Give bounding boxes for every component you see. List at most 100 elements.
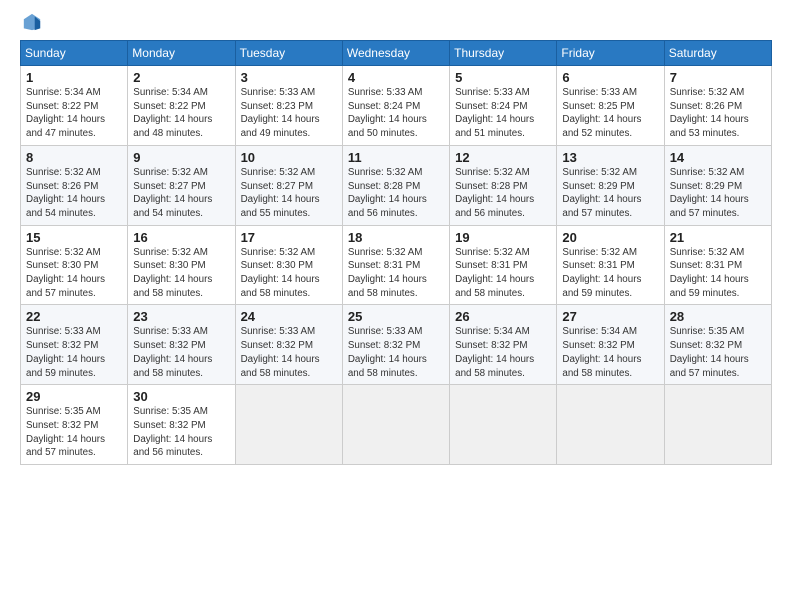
day-info: Sunrise: 5:33 AMSunset: 8:24 PMDaylight:… (455, 86, 551, 141)
day-number: 20 (562, 230, 658, 245)
calendar-cell: 28Sunrise: 5:35 AMSunset: 8:32 PMDayligh… (664, 305, 771, 385)
calendar-cell: 5Sunrise: 5:33 AMSunset: 8:24 PMDaylight… (450, 66, 557, 146)
calendar-cell: 24Sunrise: 5:33 AMSunset: 8:32 PMDayligh… (235, 305, 342, 385)
calendar-cell: 3Sunrise: 5:33 AMSunset: 8:23 PMDaylight… (235, 66, 342, 146)
calendar-header-monday: Monday (128, 41, 235, 66)
day-number: 4 (348, 70, 444, 85)
day-number: 3 (241, 70, 337, 85)
calendar-cell: 13Sunrise: 5:32 AMSunset: 8:29 PMDayligh… (557, 145, 664, 225)
calendar-cell: 22Sunrise: 5:33 AMSunset: 8:32 PMDayligh… (21, 305, 128, 385)
day-info: Sunrise: 5:32 AMSunset: 8:30 PMDaylight:… (133, 246, 229, 301)
day-number: 10 (241, 150, 337, 165)
day-info: Sunrise: 5:33 AMSunset: 8:32 PMDaylight:… (26, 325, 122, 380)
day-number: 19 (455, 230, 551, 245)
day-number: 26 (455, 309, 551, 324)
calendar-cell: 20Sunrise: 5:32 AMSunset: 8:31 PMDayligh… (557, 225, 664, 305)
day-info: Sunrise: 5:34 AMSunset: 8:22 PMDaylight:… (26, 86, 122, 141)
day-info: Sunrise: 5:32 AMSunset: 8:31 PMDaylight:… (455, 246, 551, 301)
day-info: Sunrise: 5:32 AMSunset: 8:29 PMDaylight:… (670, 166, 766, 221)
calendar-cell (664, 385, 771, 465)
page-header (20, 16, 772, 32)
day-info: Sunrise: 5:32 AMSunset: 8:31 PMDaylight:… (562, 246, 658, 301)
day-info: Sunrise: 5:32 AMSunset: 8:27 PMDaylight:… (241, 166, 337, 221)
calendar-cell: 9Sunrise: 5:32 AMSunset: 8:27 PMDaylight… (128, 145, 235, 225)
day-info: Sunrise: 5:32 AMSunset: 8:30 PMDaylight:… (26, 246, 122, 301)
day-info: Sunrise: 5:33 AMSunset: 8:32 PMDaylight:… (133, 325, 229, 380)
day-number: 8 (26, 150, 122, 165)
calendar-cell: 29Sunrise: 5:35 AMSunset: 8:32 PMDayligh… (21, 385, 128, 465)
day-info: Sunrise: 5:32 AMSunset: 8:26 PMDaylight:… (670, 86, 766, 141)
calendar-cell: 6Sunrise: 5:33 AMSunset: 8:25 PMDaylight… (557, 66, 664, 146)
day-info: Sunrise: 5:33 AMSunset: 8:32 PMDaylight:… (241, 325, 337, 380)
logo-icon (22, 12, 42, 32)
calendar-cell: 14Sunrise: 5:32 AMSunset: 8:29 PMDayligh… (664, 145, 771, 225)
calendar-week-row: 8Sunrise: 5:32 AMSunset: 8:26 PMDaylight… (21, 145, 772, 225)
calendar-week-row: 1Sunrise: 5:34 AMSunset: 8:22 PMDaylight… (21, 66, 772, 146)
day-info: Sunrise: 5:32 AMSunset: 8:31 PMDaylight:… (348, 246, 444, 301)
day-number: 24 (241, 309, 337, 324)
day-number: 22 (26, 309, 122, 324)
calendar-week-row: 29Sunrise: 5:35 AMSunset: 8:32 PMDayligh… (21, 385, 772, 465)
day-info: Sunrise: 5:32 AMSunset: 8:27 PMDaylight:… (133, 166, 229, 221)
day-info: Sunrise: 5:33 AMSunset: 8:23 PMDaylight:… (241, 86, 337, 141)
calendar-cell (342, 385, 449, 465)
calendar-cell: 17Sunrise: 5:32 AMSunset: 8:30 PMDayligh… (235, 225, 342, 305)
day-info: Sunrise: 5:32 AMSunset: 8:28 PMDaylight:… (348, 166, 444, 221)
day-number: 28 (670, 309, 766, 324)
calendar-cell: 27Sunrise: 5:34 AMSunset: 8:32 PMDayligh… (557, 305, 664, 385)
day-number: 9 (133, 150, 229, 165)
day-number: 2 (133, 70, 229, 85)
day-number: 11 (348, 150, 444, 165)
calendar-cell: 7Sunrise: 5:32 AMSunset: 8:26 PMDaylight… (664, 66, 771, 146)
day-number: 5 (455, 70, 551, 85)
day-info: Sunrise: 5:33 AMSunset: 8:24 PMDaylight:… (348, 86, 444, 141)
calendar-header-wednesday: Wednesday (342, 41, 449, 66)
calendar-header-saturday: Saturday (664, 41, 771, 66)
day-info: Sunrise: 5:34 AMSunset: 8:22 PMDaylight:… (133, 86, 229, 141)
calendar-header-row: SundayMondayTuesdayWednesdayThursdayFrid… (21, 41, 772, 66)
day-number: 30 (133, 389, 229, 404)
day-number: 6 (562, 70, 658, 85)
calendar-cell (235, 385, 342, 465)
day-number: 21 (670, 230, 766, 245)
day-number: 13 (562, 150, 658, 165)
day-info: Sunrise: 5:35 AMSunset: 8:32 PMDaylight:… (670, 325, 766, 380)
day-info: Sunrise: 5:33 AMSunset: 8:25 PMDaylight:… (562, 86, 658, 141)
calendar-cell: 15Sunrise: 5:32 AMSunset: 8:30 PMDayligh… (21, 225, 128, 305)
day-number: 18 (348, 230, 444, 245)
calendar-cell: 11Sunrise: 5:32 AMSunset: 8:28 PMDayligh… (342, 145, 449, 225)
calendar-cell: 18Sunrise: 5:32 AMSunset: 8:31 PMDayligh… (342, 225, 449, 305)
day-info: Sunrise: 5:32 AMSunset: 8:26 PMDaylight:… (26, 166, 122, 221)
day-info: Sunrise: 5:34 AMSunset: 8:32 PMDaylight:… (562, 325, 658, 380)
day-number: 12 (455, 150, 551, 165)
calendar-cell (557, 385, 664, 465)
calendar-header-tuesday: Tuesday (235, 41, 342, 66)
calendar-cell: 21Sunrise: 5:32 AMSunset: 8:31 PMDayligh… (664, 225, 771, 305)
day-info: Sunrise: 5:35 AMSunset: 8:32 PMDaylight:… (26, 405, 122, 460)
day-number: 14 (670, 150, 766, 165)
calendar-cell: 2Sunrise: 5:34 AMSunset: 8:22 PMDaylight… (128, 66, 235, 146)
calendar-week-row: 22Sunrise: 5:33 AMSunset: 8:32 PMDayligh… (21, 305, 772, 385)
calendar-cell: 26Sunrise: 5:34 AMSunset: 8:32 PMDayligh… (450, 305, 557, 385)
day-number: 29 (26, 389, 122, 404)
day-number: 1 (26, 70, 122, 85)
day-number: 25 (348, 309, 444, 324)
calendar-cell (450, 385, 557, 465)
calendar-cell: 12Sunrise: 5:32 AMSunset: 8:28 PMDayligh… (450, 145, 557, 225)
day-info: Sunrise: 5:33 AMSunset: 8:32 PMDaylight:… (348, 325, 444, 380)
day-info: Sunrise: 5:32 AMSunset: 8:29 PMDaylight:… (562, 166, 658, 221)
calendar-cell: 19Sunrise: 5:32 AMSunset: 8:31 PMDayligh… (450, 225, 557, 305)
calendar-header-sunday: Sunday (21, 41, 128, 66)
calendar-cell: 23Sunrise: 5:33 AMSunset: 8:32 PMDayligh… (128, 305, 235, 385)
day-number: 16 (133, 230, 229, 245)
day-number: 17 (241, 230, 337, 245)
day-info: Sunrise: 5:35 AMSunset: 8:32 PMDaylight:… (133, 405, 229, 460)
day-info: Sunrise: 5:32 AMSunset: 8:30 PMDaylight:… (241, 246, 337, 301)
calendar-table: SundayMondayTuesdayWednesdayThursdayFrid… (20, 40, 772, 465)
logo (20, 16, 42, 32)
calendar-week-row: 15Sunrise: 5:32 AMSunset: 8:30 PMDayligh… (21, 225, 772, 305)
calendar-header-friday: Friday (557, 41, 664, 66)
calendar-cell: 16Sunrise: 5:32 AMSunset: 8:30 PMDayligh… (128, 225, 235, 305)
day-info: Sunrise: 5:34 AMSunset: 8:32 PMDaylight:… (455, 325, 551, 380)
day-info: Sunrise: 5:32 AMSunset: 8:31 PMDaylight:… (670, 246, 766, 301)
